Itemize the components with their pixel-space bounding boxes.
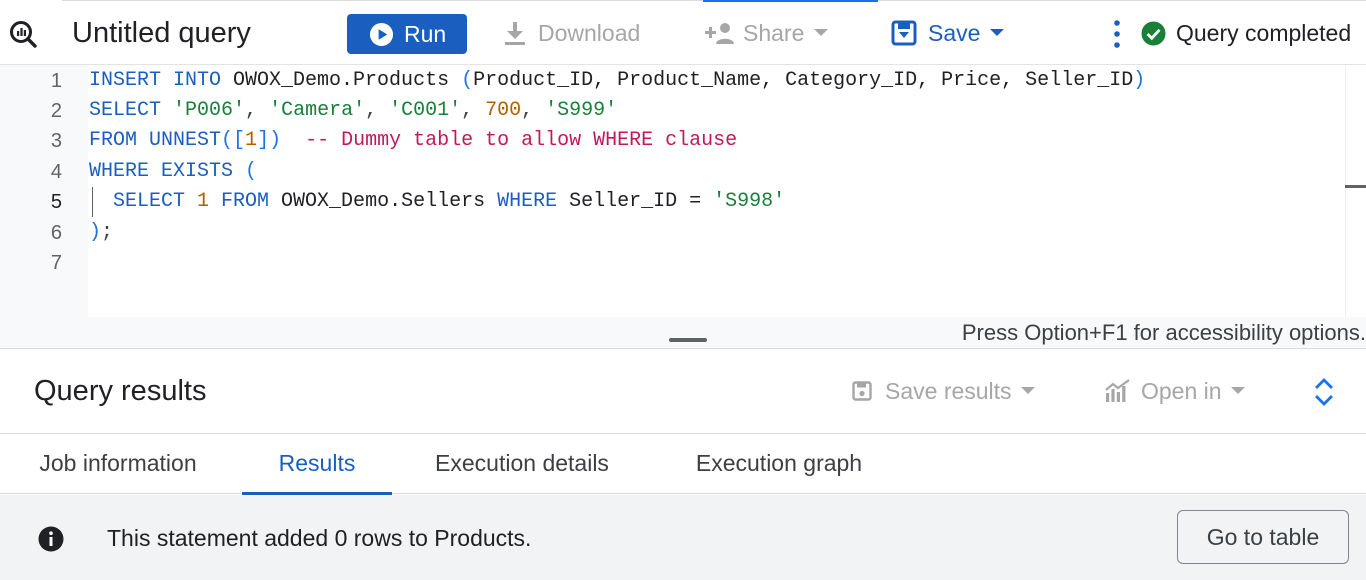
status-text: Query completed xyxy=(1176,20,1352,46)
results-header: Query results Save results Open in xyxy=(0,350,1366,434)
sql-space xyxy=(161,99,173,122)
editor-scroll-marker xyxy=(1345,185,1366,188)
sql-keyword: WHERE EXISTS xyxy=(89,160,234,183)
run-button[interactable]: Run xyxy=(347,14,467,54)
sql-string: 'S999' xyxy=(545,99,618,122)
download-label: Download xyxy=(538,19,641,46)
code-line-2: SELECT 'P006', 'Camera', 'C001', 700, 'S… xyxy=(89,96,617,126)
line-number: 6 xyxy=(50,222,62,244)
play-icon xyxy=(369,22,394,46)
share-person-icon xyxy=(705,23,734,44)
chevron-down-icon xyxy=(814,29,829,36)
query-title[interactable]: Untitled query xyxy=(72,15,251,51)
save-icon xyxy=(852,381,872,401)
line-number: 5 xyxy=(50,191,62,213)
save-results-button[interactable]: Save results xyxy=(852,376,1035,406)
code-line-6: ); xyxy=(89,218,113,248)
line-number: 4 xyxy=(50,161,62,183)
line-number-gutter: 1 2 3 4 5 6 7 xyxy=(0,65,88,317)
line-number: 1 xyxy=(50,70,62,92)
results-title: Query results xyxy=(34,375,207,407)
sql-editor[interactable]: 1 2 3 4 5 6 7 INSERT INTO OWOX_Demo.Prod… xyxy=(0,65,1366,317)
sql-keyword: WHERE xyxy=(497,190,558,213)
sql-comment: -- Dummy table to allow WHERE clause xyxy=(281,129,738,152)
sql-comma: , xyxy=(461,99,486,122)
open-in-label: Open in xyxy=(1141,377,1222,404)
sql-table: OWOX_Demo.Products xyxy=(221,69,462,92)
sql-paren: ( xyxy=(461,69,474,92)
save-icon xyxy=(891,20,917,46)
download-button[interactable]: Download xyxy=(503,18,640,48)
chevron-down-icon xyxy=(1230,387,1245,394)
code-line-3: FROM UNNEST([1]) -- Dummy table to allow… xyxy=(89,126,737,156)
results-tabs: Job information Results Execution detail… xyxy=(0,434,1366,495)
sql-comma: , xyxy=(365,99,390,122)
sql-columns: Product_ID, Product_Name, Category_ID, P… xyxy=(473,69,1134,92)
sql-paren: ) xyxy=(89,221,102,244)
sql-paren: ) xyxy=(1133,69,1146,92)
sql-paren: ]) xyxy=(257,129,282,152)
line-number: 7 xyxy=(50,252,62,274)
sql-keyword: SELECT xyxy=(89,99,162,122)
sql-keyword: INSERT INTO xyxy=(89,69,222,92)
open-in-button[interactable]: Open in xyxy=(1105,376,1245,406)
editor-scrollbar-track[interactable] xyxy=(1345,65,1346,317)
toolbar-top-accent xyxy=(703,0,878,2)
accessibility-hint: Press Option+F1 for accessibility option… xyxy=(961,320,1366,345)
chevron-down-icon xyxy=(1020,387,1035,394)
line-number: 2 xyxy=(50,100,62,122)
statement-result-text: This statement added 0 rows to Products. xyxy=(107,525,532,551)
sql-keyword: FROM xyxy=(209,190,270,213)
sql-string: 'S998' xyxy=(713,190,786,213)
query-toolbar: Untitled query Run Download Share Save Q… xyxy=(0,0,1366,65)
share-button[interactable]: Share xyxy=(705,18,829,48)
query-status: Query completed xyxy=(1141,19,1351,47)
tab-execution-details[interactable]: Execution details xyxy=(404,434,640,494)
code-line-5: SELECT 1 FROM OWOX_Demo.Sellers WHERE Se… xyxy=(89,187,785,217)
chart-icon xyxy=(1105,379,1130,402)
expand-collapse-icon[interactable] xyxy=(1311,376,1337,408)
code-line-1: INSERT INTO OWOX_Demo.Products (Product_… xyxy=(89,66,1145,96)
tab-execution-graph[interactable]: Execution graph xyxy=(664,434,894,494)
line-number: 3 xyxy=(50,130,62,152)
sql-column: Seller_ID = xyxy=(557,190,714,213)
sql-keyword: SELECT xyxy=(89,190,186,213)
chevron-down-icon xyxy=(990,29,1005,36)
sql-comma: , xyxy=(245,99,270,122)
sql-string: 'C001' xyxy=(389,99,462,122)
sql-comma: , xyxy=(521,99,546,122)
sql-paren: ([ xyxy=(221,129,246,152)
share-label: Share xyxy=(743,19,805,46)
sql-number: 1 xyxy=(185,190,210,213)
sql-number: 1 xyxy=(245,129,258,152)
sql-number: 700 xyxy=(485,99,522,122)
editor-footer: Press Option+F1 for accessibility option… xyxy=(0,317,1366,349)
sql-string: 'P006' xyxy=(173,99,246,122)
sql-table: OWOX_Demo.Sellers xyxy=(269,190,498,213)
save-results-label: Save results xyxy=(885,377,1012,404)
info-icon xyxy=(38,526,64,552)
save-label: Save xyxy=(928,19,981,46)
tab-results[interactable]: Results xyxy=(242,434,392,495)
save-button[interactable]: Save xyxy=(891,18,1005,48)
sql-keyword: FROM UNNEST xyxy=(89,129,222,152)
download-icon xyxy=(505,22,525,45)
sql-paren: ( xyxy=(233,160,258,183)
sql-string: 'Camera' xyxy=(269,99,366,122)
sql-semicolon: ; xyxy=(101,221,114,244)
statement-result-banner: This statement added 0 rows to Products.… xyxy=(0,495,1366,580)
check-circle-icon xyxy=(1141,21,1166,45)
go-to-table-button[interactable]: Go to table xyxy=(1177,510,1349,564)
run-label: Run xyxy=(404,20,447,47)
code-line-4: WHERE EXISTS ( xyxy=(89,157,257,187)
tab-job-information[interactable]: Job information xyxy=(0,434,236,494)
panel-resize-handle[interactable] xyxy=(669,338,707,342)
query-logo-icon xyxy=(10,21,37,48)
more-vert-icon[interactable] xyxy=(1112,19,1122,49)
